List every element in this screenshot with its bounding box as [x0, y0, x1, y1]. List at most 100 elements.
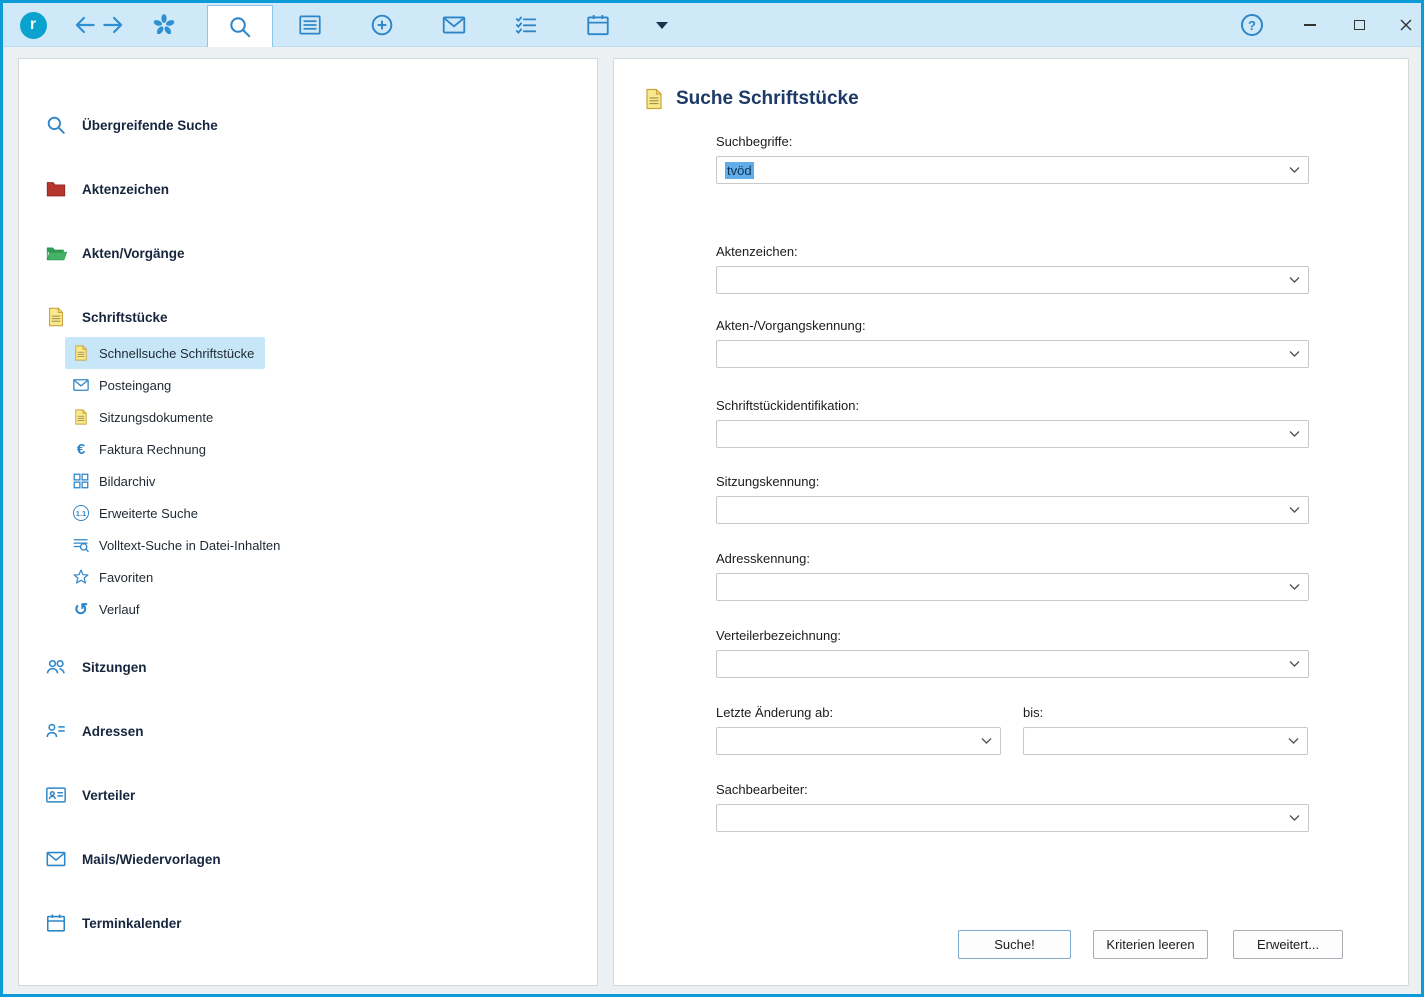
sidebar-item-label: Verlauf	[99, 602, 139, 617]
mail-icon	[45, 848, 67, 870]
suchbegriffe-combobox[interactable]: tvöd	[716, 156, 1309, 184]
field-sitzungskennung: Sitzungskennung:	[716, 474, 1309, 524]
help-button[interactable]: ?	[1237, 3, 1267, 47]
calendar-button[interactable]	[583, 3, 613, 47]
app-logo-icon: r	[20, 12, 47, 39]
close-icon	[1399, 18, 1413, 32]
sidebar-item-mails-wiedervorlagen[interactable]: Mails/Wiedervorlagen	[45, 843, 597, 875]
field-label: Suchbegriffe:	[716, 134, 1309, 149]
field-label: Verteilerbezeichnung:	[716, 628, 1309, 643]
sidebar-item-aktenzeichen[interactable]: Aktenzeichen	[45, 173, 597, 205]
tab-search-active[interactable]	[207, 5, 273, 47]
field-suchbegriffe: Suchbegriffe: tvöd	[716, 134, 1309, 184]
forward-arrow-icon	[100, 12, 126, 38]
sidebar-item-label: Schriftstücke	[82, 310, 168, 325]
sidebar-item-label: Akten/Vorgänge	[82, 246, 185, 261]
add-new-button[interactable]	[367, 3, 397, 47]
minimize-button[interactable]	[1295, 3, 1325, 47]
field-label: bis:	[1023, 705, 1308, 720]
version-icon: 1.1	[72, 505, 90, 521]
sidebar-item-verlauf[interactable]: ↺ Verlauf	[65, 593, 150, 625]
field-letzte-aenderung-ab: Letzte Änderung ab:	[716, 705, 1001, 755]
sidebar-item-label: Terminkalender	[82, 916, 182, 931]
sidebar-item-erweiterte-suche[interactable]: 1.1 Erweiterte Suche	[65, 497, 209, 529]
green-folder-icon	[45, 242, 67, 264]
field-schriftstueckidentifikation: Schriftstückidentifikation:	[716, 398, 1309, 448]
tasks-button[interactable]	[511, 3, 541, 47]
fulltext-search-icon	[72, 536, 90, 554]
sidebar-item-label: Erweiterte Suche	[99, 506, 198, 521]
sidebar-item-terminkalender[interactable]: Terminkalender	[45, 907, 597, 939]
search-icon	[45, 114, 67, 136]
chevron-down-icon[interactable]	[1289, 431, 1300, 438]
sidebar-item-label: Posteingang	[99, 378, 171, 393]
sidebar-item-faktura-rechnung[interactable]: € Faktura Rechnung	[65, 433, 217, 465]
sidebar-item-adressen[interactable]: Adressen	[45, 715, 597, 747]
chevron-down-icon[interactable]	[1289, 815, 1300, 822]
sidebar-item-label: Bildarchiv	[99, 474, 155, 489]
sachbearbeiter-combobox[interactable]	[716, 804, 1309, 832]
app-logo[interactable]: r	[17, 3, 49, 47]
sidebar-item-verteiler[interactable]: Verteiler	[45, 779, 597, 811]
mail-icon	[72, 376, 90, 394]
sidebar-item-sitzungen[interactable]: Sitzungen	[45, 651, 597, 683]
verteilerbezeichnung-combobox[interactable]	[716, 650, 1309, 678]
maximize-button[interactable]	[1344, 3, 1374, 47]
akten-vorgangskennung-combobox[interactable]	[716, 340, 1309, 368]
app-window: r ?	[0, 0, 1424, 997]
field-label: Adresskennung:	[716, 551, 1309, 566]
clear-criteria-button[interactable]: Kriterien leeren	[1093, 930, 1208, 959]
sidebar-nav: Übergreifende Suche Aktenzeichen Akten/V…	[19, 59, 597, 939]
sitzungskennung-combobox[interactable]	[716, 496, 1309, 524]
sidebar-item-label: Favoriten	[99, 570, 153, 585]
search-button[interactable]: Suche!	[958, 930, 1071, 959]
grid-icon	[72, 472, 90, 490]
toolbar-overflow-button[interactable]	[649, 3, 675, 47]
sidebar-item-label: Faktura Rechnung	[99, 442, 206, 457]
sidebar-item-akten-vorgaenge[interactable]: Akten/Vorgänge	[45, 237, 597, 269]
red-folder-icon	[45, 178, 67, 200]
chevron-down-icon[interactable]	[1289, 507, 1300, 514]
sidebar-item-schriftstuecke[interactable]: Schriftstücke	[45, 301, 597, 333]
list-icon	[297, 12, 323, 38]
sidebar-item-label: Aktenzeichen	[82, 182, 169, 197]
adresskennung-combobox[interactable]	[716, 573, 1309, 601]
checklist-icon	[513, 12, 539, 38]
sidebar-item-volltext-suche[interactable]: Volltext-Suche in Datei-Inhalten	[65, 529, 291, 561]
close-button[interactable]	[1391, 3, 1421, 47]
chevron-down-icon[interactable]	[1289, 351, 1300, 358]
schriftstuecke-children: Schnellsuche Schriftstücke Posteingang S…	[65, 337, 597, 625]
letzte-aenderung-bis-combobox[interactable]	[1023, 727, 1308, 755]
sidebar-item-schnellsuche-schriftstuecke[interactable]: Schnellsuche Schriftstücke	[65, 337, 265, 369]
sidebar-item-favoriten[interactable]: Favoriten	[65, 561, 164, 593]
sidebar-item-bildarchiv[interactable]: Bildarchiv	[65, 465, 166, 497]
sidebar-item-label: Verteiler	[82, 788, 135, 803]
pinwheel-logo-button[interactable]	[149, 3, 179, 47]
chevron-down-icon[interactable]	[1289, 167, 1300, 174]
letzte-aenderung-ab-combobox[interactable]	[716, 727, 1001, 755]
sidebar-item-uebergreifende-suche[interactable]: Übergreifende Suche	[45, 109, 597, 141]
sidebar-item-posteingang[interactable]: Posteingang	[65, 369, 182, 401]
advanced-button[interactable]: Erweitert...	[1233, 930, 1343, 959]
sidebar-item-sitzungsdokumente[interactable]: Sitzungsdokumente	[65, 401, 224, 433]
chevron-down-icon[interactable]	[1289, 661, 1300, 668]
sidebar-item-label: Adressen	[82, 724, 144, 739]
mail-button[interactable]	[439, 3, 469, 47]
sidebar-item-label: Mails/Wiedervorlagen	[82, 852, 221, 867]
sidebar-item-label: Sitzungen	[82, 660, 147, 675]
field-aktenzeichen: Aktenzeichen:	[716, 244, 1309, 294]
search-icon	[227, 14, 253, 40]
forward-button[interactable]	[98, 3, 128, 47]
chevron-down-icon[interactable]	[1288, 738, 1299, 745]
chevron-down-icon[interactable]	[981, 738, 992, 745]
chevron-down-icon[interactable]	[1289, 277, 1300, 284]
schriftstueckidentifikation-combobox[interactable]	[716, 420, 1309, 448]
card-icon	[45, 784, 67, 806]
calendar-icon	[45, 912, 67, 934]
list-view-button[interactable]	[295, 3, 325, 47]
back-button[interactable]	[70, 3, 100, 47]
calendar-icon	[585, 12, 611, 38]
chevron-down-icon[interactable]	[1289, 584, 1300, 591]
aktenzeichen-combobox[interactable]	[716, 266, 1309, 294]
people-icon	[45, 656, 67, 678]
